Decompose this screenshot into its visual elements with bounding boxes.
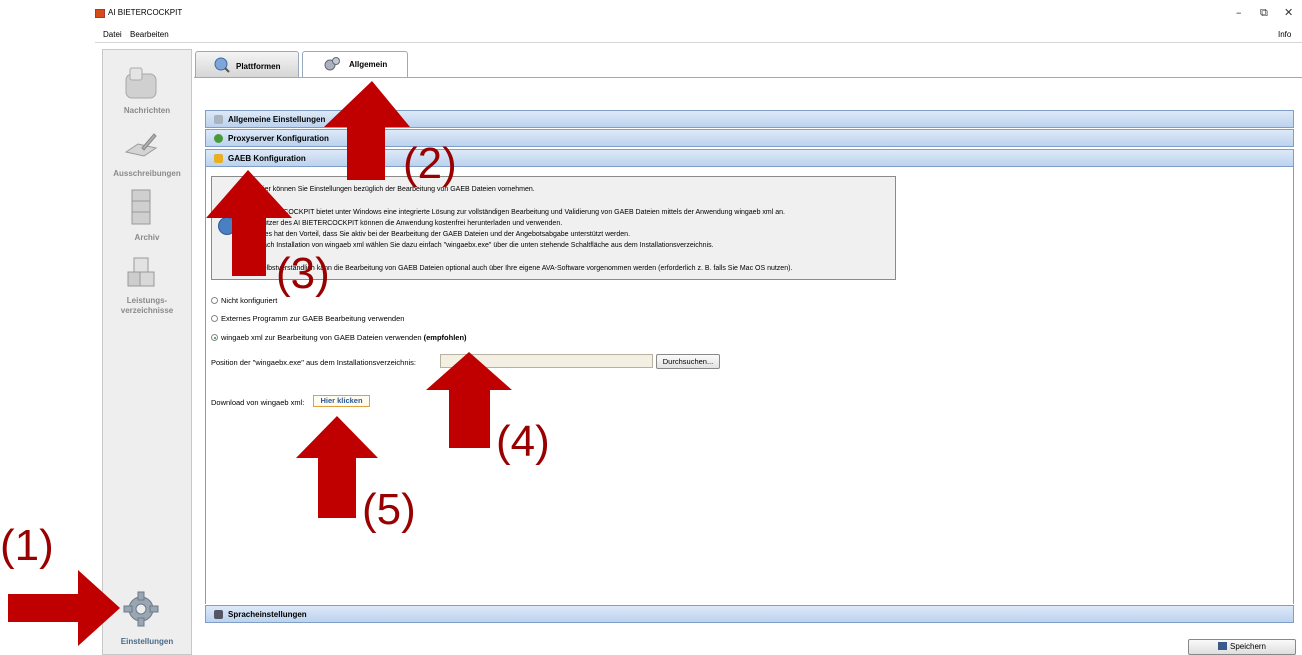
info-line-1: Hier können Sie Einstellungen bezüglich … xyxy=(258,186,535,193)
info-icon xyxy=(218,217,236,235)
gear-icon xyxy=(123,591,159,627)
section-allgemeine-label: Allgemeine Einstellungen xyxy=(228,115,326,124)
gears-icon xyxy=(324,57,340,71)
info-line-6: Selbstverständlich kann die Bearbeitung … xyxy=(258,265,793,272)
radio-nicht-konfiguriert[interactable]: Nicht konfiguriert xyxy=(211,296,277,305)
menu-info[interactable]: Info xyxy=(1278,30,1291,39)
globe-search-icon xyxy=(214,57,230,73)
radio-wingaeb[interactable]: wingaeb xml zur Bearbeitung von GAEB Dat… xyxy=(211,333,467,342)
save-label: Speichern xyxy=(1229,642,1267,651)
info-line-5: Nach Installation von wingaeb xml wählen… xyxy=(258,242,714,249)
sidebar-item-nachrichten[interactable]: Nachrichten xyxy=(102,106,192,115)
recommended-label: (empfohlen) xyxy=(423,333,467,342)
section-gaeb-label: GAEB Konfiguration xyxy=(228,154,306,163)
close-button[interactable]: ✕ xyxy=(1284,6,1293,19)
sidebar-item-leistungsverzeichnisse-line2[interactable]: verzeichnisse xyxy=(102,306,192,315)
tab-plattformen-label: Plattformen xyxy=(236,62,281,71)
annotation-3: (3) xyxy=(276,249,330,298)
menu-bar xyxy=(95,26,1302,43)
tab-allgemein[interactable]: Allgemein xyxy=(302,51,408,78)
cubes-icon xyxy=(127,257,155,287)
info-line-4: Dies hat den Vorteil, dass Sie aktiv bei… xyxy=(258,231,631,238)
section-sprache-label: Spracheinstellungen xyxy=(228,610,307,619)
browse-button[interactable]: Durchsuchen... xyxy=(656,354,720,369)
annotation-5: (5) xyxy=(362,485,416,534)
title-bar xyxy=(0,0,1302,26)
window-title: AI BIETERCOCKPIT xyxy=(108,8,183,17)
tab-allgemein-label: Allgemein xyxy=(349,60,388,69)
download-label: Download von wingaeb xml: xyxy=(211,398,305,407)
section-spracheinstellungen[interactable]: Spracheinstellungen xyxy=(205,605,1294,623)
app-icon xyxy=(95,9,105,18)
radio-externes-programm[interactable]: Externes Programm zur GAEB Bearbeitung v… xyxy=(211,314,404,323)
minimize-button[interactable]: – xyxy=(1236,6,1242,19)
globe-icon xyxy=(214,134,223,143)
path-label: Position der "wingaebx.exe" aus dem Inst… xyxy=(211,358,417,367)
annotation-1: (1) xyxy=(0,521,54,570)
info-line-3: Nutzer des AI BIETERCOCKPIT können die A… xyxy=(258,220,563,227)
mailbox-icon xyxy=(125,67,157,99)
radio-dot xyxy=(211,297,218,304)
sidebar-item-ausschreibungen[interactable]: Ausschreibungen xyxy=(102,169,192,178)
radio-dot-selected xyxy=(211,334,218,341)
annotation-4: (4) xyxy=(496,417,550,466)
section-proxy-label: Proxyserver Konfiguration xyxy=(228,134,329,143)
menu-bearbeiten[interactable]: Bearbeiten xyxy=(130,30,169,39)
radio-label: Nicht konfiguriert xyxy=(221,296,278,305)
tab-divider xyxy=(194,77,1302,78)
radio-label: wingaeb xml zur Bearbeitung von GAEB Dat… xyxy=(221,333,422,342)
sidebar-item-leistungsverzeichnisse-line1[interactable]: Leistungs- xyxy=(102,296,192,305)
annotation-2: (2) xyxy=(403,139,457,188)
download-link[interactable]: Hier klicken xyxy=(313,395,370,407)
save-button[interactable]: Speichern xyxy=(1188,639,1296,655)
section-gaeb-konfiguration[interactable]: GAEB Konfiguration xyxy=(205,149,1294,167)
info-line-2: BIETERCOCKPIT bietet unter Windows eine … xyxy=(258,209,785,216)
pen-icon xyxy=(124,133,158,157)
radio-label: Externes Programm zur GAEB Bearbeitung v… xyxy=(221,314,405,323)
sidebar-item-archiv[interactable]: Archiv xyxy=(102,233,192,242)
language-icon xyxy=(214,610,223,619)
section-allgemeine-einstellungen[interactable]: Allgemeine Einstellungen xyxy=(205,110,1294,128)
restore-button[interactable]: ⧉ xyxy=(1260,6,1268,20)
archive-cabinet-icon xyxy=(131,189,151,225)
gaeb-icon xyxy=(214,154,223,163)
path-input[interactable] xyxy=(440,354,653,368)
floppy-disk-icon xyxy=(1217,642,1227,650)
sidebar-item-einstellungen[interactable]: Einstellungen xyxy=(102,637,192,646)
menu-datei[interactable]: Datei xyxy=(103,30,122,39)
section-proxyserver[interactable]: Proxyserver Konfiguration xyxy=(205,129,1294,147)
gear-small-icon xyxy=(214,115,223,124)
tab-plattformen[interactable]: Plattformen xyxy=(195,51,299,77)
radio-dot xyxy=(211,315,218,322)
